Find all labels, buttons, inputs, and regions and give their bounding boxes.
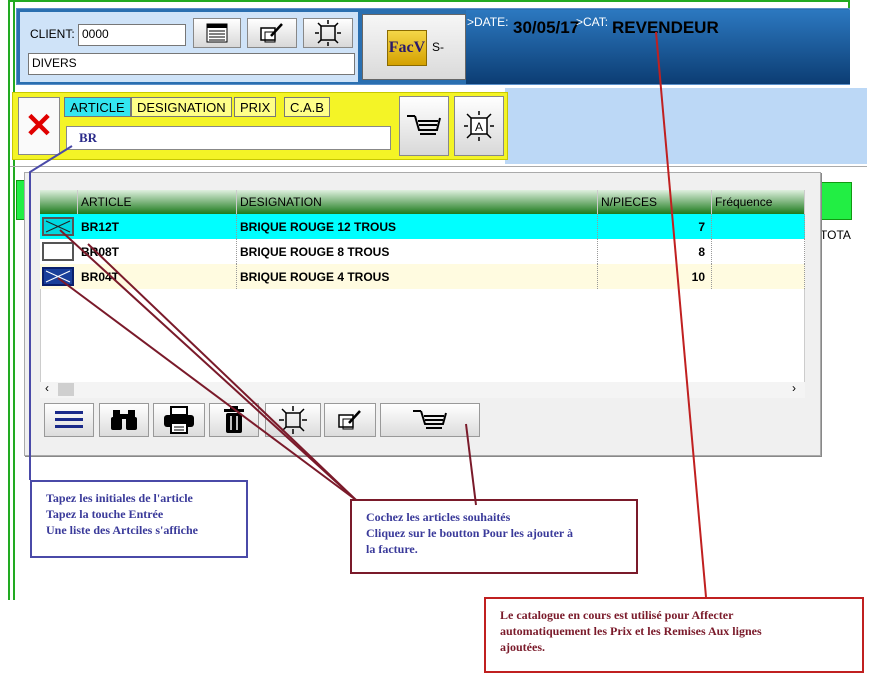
maroon-pointers <box>57 229 477 506</box>
annotation-arrows <box>29 31 707 598</box>
blue-pointer <box>29 145 73 480</box>
red-pointer <box>655 31 707 598</box>
